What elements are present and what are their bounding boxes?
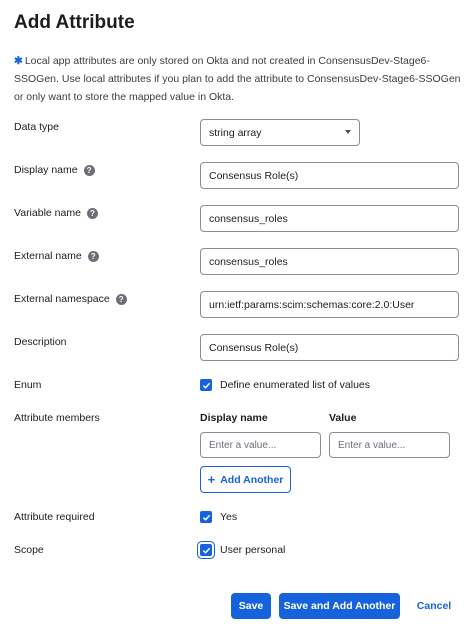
attribute-required-checkbox-label: Yes bbox=[220, 511, 238, 523]
description-input[interactable]: Consensus Role(s) bbox=[200, 334, 459, 361]
plus-icon: + bbox=[207, 472, 216, 487]
scope-label-text: Scope bbox=[14, 544, 44, 556]
variable-name-input[interactable]: consensus_roles bbox=[200, 205, 459, 232]
external-namespace-label: External namespace ? bbox=[14, 293, 127, 305]
enum-label: Enum bbox=[14, 379, 41, 391]
attribute-required-checkbox[interactable] bbox=[200, 511, 212, 523]
cancel-button[interactable]: Cancel bbox=[410, 593, 458, 619]
data-type-select[interactable]: string array bbox=[200, 119, 360, 146]
external-name-label-text: External name bbox=[14, 250, 82, 262]
enum-checkbox-row[interactable]: Define enumerated list of values bbox=[200, 379, 370, 391]
save-and-add-another-button[interactable]: Save and Add Another bbox=[279, 593, 400, 619]
description-label: Description bbox=[14, 336, 67, 348]
help-icon[interactable]: ? bbox=[83, 164, 95, 176]
attribute-members-label: Attribute members bbox=[14, 412, 100, 424]
description-value: Consensus Role(s) bbox=[209, 341, 299, 354]
display-name-label-text: Display name bbox=[14, 164, 78, 176]
info-notice: ✱ Local app attributes are only stored on… bbox=[14, 52, 464, 106]
info-notice-text: Local app attributes are only stored on … bbox=[14, 55, 461, 103]
asterisk-icon: ✱ bbox=[14, 55, 23, 67]
enum-checkbox[interactable] bbox=[200, 379, 212, 391]
page-title: Add Attribute bbox=[14, 12, 135, 33]
scope-label: Scope bbox=[14, 544, 44, 556]
display-name-column-header: Display name bbox=[200, 412, 268, 424]
external-namespace-value: urn:ietf:params:scim:schemas:core:2.0:Us… bbox=[209, 298, 415, 311]
check-icon bbox=[202, 382, 210, 389]
scope-checkbox-label: User personal bbox=[220, 544, 286, 556]
external-namespace-input[interactable]: urn:ietf:params:scim:schemas:core:2.0:Us… bbox=[200, 291, 459, 318]
variable-name-label: Variable name ? bbox=[14, 207, 98, 219]
help-icon[interactable]: ? bbox=[115, 293, 127, 305]
enum-label-text: Enum bbox=[14, 379, 42, 391]
external-name-input[interactable]: consensus_roles bbox=[200, 248, 459, 275]
member-display-name-placeholder: Enter a value... bbox=[209, 439, 277, 451]
save-button[interactable]: Save bbox=[231, 593, 271, 619]
value-column-header: Value bbox=[329, 412, 357, 424]
scope-checkbox[interactable] bbox=[200, 544, 212, 556]
data-type-value: string array bbox=[209, 126, 262, 139]
attribute-required-label-text: Attribute required bbox=[14, 511, 95, 523]
attribute-required-label: Attribute required bbox=[14, 511, 95, 523]
description-label-text: Description bbox=[14, 336, 67, 348]
member-value-input[interactable]: Enter a value... bbox=[329, 432, 450, 458]
chevron-down-icon bbox=[345, 130, 351, 134]
variable-name-label-text: Variable name bbox=[14, 207, 81, 219]
member-display-name-input[interactable]: Enter a value... bbox=[200, 432, 321, 458]
external-name-label: External name ? bbox=[14, 250, 99, 262]
external-name-value: consensus_roles bbox=[209, 255, 288, 268]
scope-checkbox-row[interactable]: User personal bbox=[200, 544, 285, 556]
display-name-input[interactable]: Consensus Role(s) bbox=[200, 162, 459, 189]
help-icon[interactable]: ? bbox=[86, 207, 98, 219]
add-another-button[interactable]: + Add Another bbox=[200, 466, 291, 493]
display-name-label: Display name ? bbox=[14, 164, 95, 176]
add-another-label: Add Another bbox=[220, 473, 284, 486]
data-type-label: Data type bbox=[14, 121, 59, 133]
variable-name-value: consensus_roles bbox=[209, 212, 288, 225]
enum-checkbox-label: Define enumerated list of values bbox=[220, 379, 370, 391]
member-value-placeholder: Enter a value... bbox=[338, 439, 406, 451]
data-type-label-text: Data type bbox=[14, 121, 59, 133]
check-icon bbox=[202, 547, 210, 554]
attribute-members-label-text: Attribute members bbox=[14, 412, 100, 424]
attribute-required-checkbox-row[interactable]: Yes bbox=[200, 511, 237, 523]
check-icon bbox=[202, 514, 210, 521]
help-icon[interactable]: ? bbox=[87, 250, 99, 262]
external-namespace-label-text: External namespace bbox=[14, 293, 110, 305]
display-name-value: Consensus Role(s) bbox=[209, 169, 299, 182]
